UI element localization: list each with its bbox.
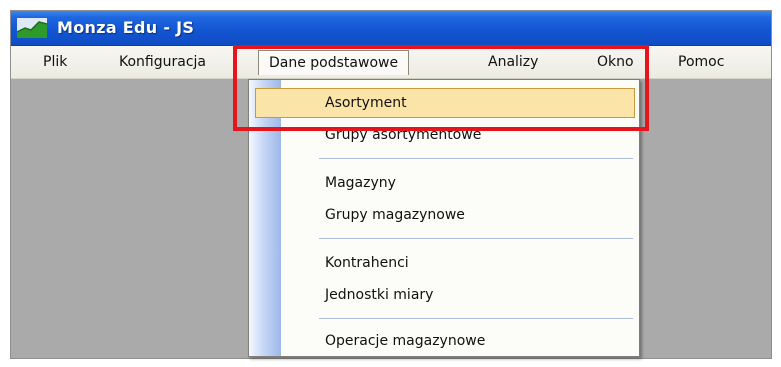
menu-plik[interactable]: Plik (43, 52, 67, 72)
menu-separator (319, 238, 633, 240)
title-bar: Monza Edu - JS (11, 11, 771, 46)
menu-item-operacje-magazynowe[interactable]: Operacje magazynowe (325, 330, 485, 352)
menu-item-grupy-magazynowe[interactable]: Grupy magazynowe (325, 204, 465, 226)
menu-separator (319, 158, 633, 160)
window-title: Monza Edu - JS (57, 18, 195, 37)
chart-area-icon (16, 18, 48, 38)
menu-konfiguracja[interactable]: Konfiguracja (119, 52, 206, 72)
highlight-callout-box (233, 45, 649, 131)
menu-pomoc[interactable]: Pomoc (678, 52, 724, 72)
menu-separator (319, 318, 633, 320)
menu-item-magazyny[interactable]: Magazyny (325, 172, 396, 194)
menu-item-jednostki-miary[interactable]: Jednostki miary (325, 284, 433, 306)
menu-item-kontrahenci[interactable]: Kontrahenci (325, 252, 409, 274)
